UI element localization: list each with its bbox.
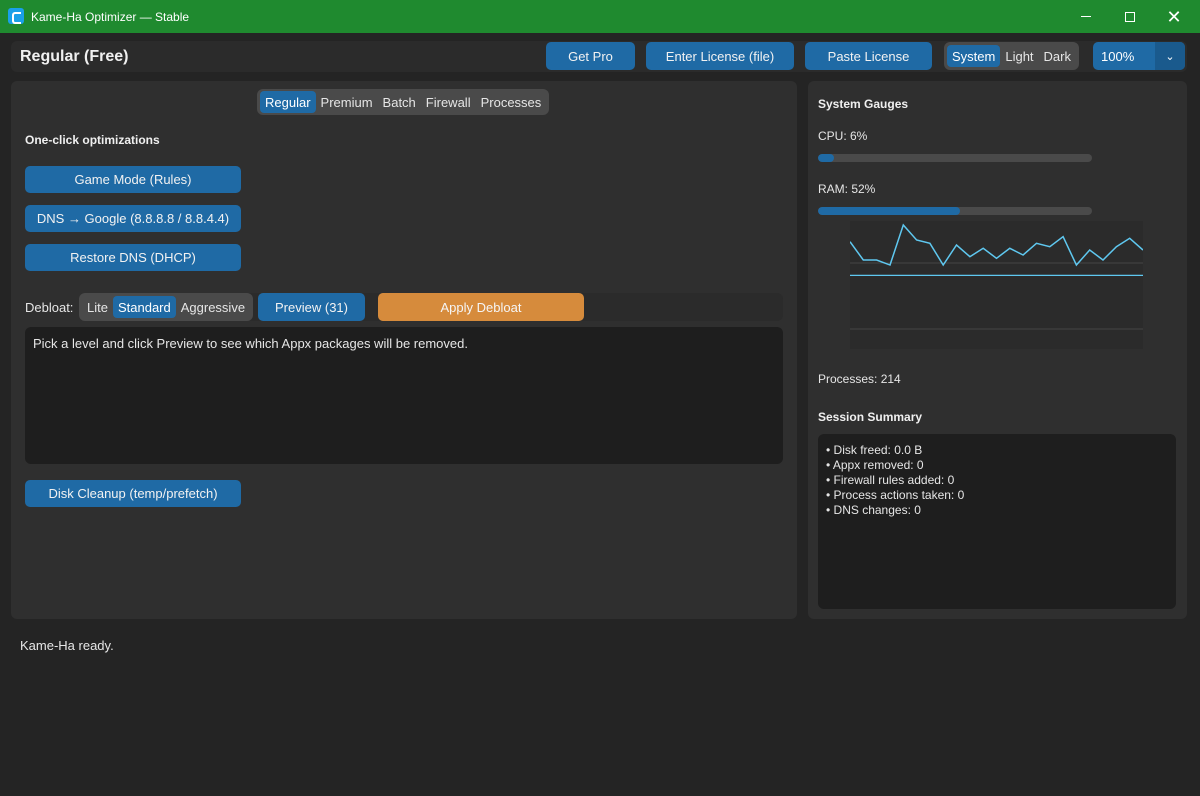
usage-graph [849, 221, 1144, 349]
zoom-value: 100% [1101, 48, 1135, 64]
title-bar[interactable]: Kame-Ha Optimizer — Stable ✕ [0, 0, 1200, 33]
app-window: Kame-Ha Optimizer — Stable ✕ Regular (Fr… [0, 0, 1200, 796]
debloat-row: Lite Standard Aggressive Preview (31) Ap… [79, 293, 783, 321]
preview-button[interactable]: Preview (31) [258, 293, 365, 321]
debloat-level-selector: Lite Standard Aggressive [79, 293, 254, 321]
summary-line-disk: • Disk freed: 0.0 B [826, 443, 923, 457]
gauges-panel: System Gauges CPU: 6% RAM: 52% Processes… [808, 81, 1187, 619]
top-bar: Regular (Free) Get Pro Enter License (fi… [11, 41, 1187, 72]
debloat-option-aggressive[interactable]: Aggressive [176, 296, 250, 318]
close-button[interactable]: ✕ [1151, 0, 1197, 33]
section-title: One-click optimizations [25, 133, 160, 147]
gauges-title: System Gauges [818, 97, 909, 111]
summary-line-firewall: • Firewall rules added: 0 [826, 473, 955, 487]
debloat-option-lite[interactable]: Lite [82, 296, 113, 318]
cpu-progress-bar [818, 154, 1092, 162]
tab-premium[interactable]: Premium [316, 91, 378, 113]
enter-license-button[interactable]: Enter License (file) [646, 42, 794, 70]
zoom-dropdown[interactable]: 100% ⌄ [1093, 42, 1185, 70]
tab-processes[interactable]: Processes [476, 91, 547, 113]
close-icon: ✕ [1166, 6, 1182, 27]
theme-option-system[interactable]: System [947, 45, 1001, 67]
app-logo-icon [8, 8, 24, 24]
ram-progress-bar [818, 207, 1092, 215]
main-panel: Regular Premium Batch Firewall Processes… [11, 81, 797, 619]
summary-line-process: • Process actions taken: 0 [826, 488, 965, 502]
dns-google-button[interactable]: DNS → Google (8.8.8.8 / 8.8.4.4) [25, 205, 241, 232]
tab-batch[interactable]: Batch [378, 91, 421, 113]
cpu-history-line [849, 223, 1144, 267]
tab-firewall[interactable]: Firewall [421, 91, 476, 113]
tab-bar: Regular Premium Batch Firewall Processes [257, 89, 550, 115]
session-summary-box: • Disk freed: 0.0 B • Appx removed: 0 • … [818, 434, 1176, 609]
disk-cleanup-button[interactable]: Disk Cleanup (temp/prefetch) [25, 480, 241, 507]
theme-option-dark[interactable]: Dark [1039, 45, 1076, 67]
debloat-label: Debloat: [25, 300, 74, 315]
chevron-down-icon[interactable]: ⌄ [1155, 42, 1185, 70]
debloat-output-textbox[interactable]: Pick a level and click Preview to see wh… [25, 327, 783, 464]
minimize-icon [1081, 16, 1091, 17]
minimize-button[interactable] [1063, 0, 1109, 33]
paste-license-button[interactable]: Paste License [805, 42, 932, 70]
window-title: Kame-Ha Optimizer — Stable [31, 10, 190, 24]
ram-progress-fill [818, 207, 961, 215]
summary-line-dns: • DNS changes: 0 [826, 503, 921, 517]
ram-label: RAM: 52% [818, 182, 876, 196]
cpu-progress-fill [818, 154, 835, 162]
debloat-option-standard[interactable]: Standard [112, 296, 176, 318]
maximize-icon [1125, 11, 1135, 22]
game-mode-button[interactable]: Game Mode (Rules) [25, 166, 241, 193]
processes-label: Processes: 214 [818, 372, 901, 386]
maximize-button[interactable] [1107, 0, 1153, 33]
summary-line-appx: • Appx removed: 0 [826, 458, 924, 472]
theme-selector: System Light Dark [944, 42, 1079, 70]
restore-dns-button[interactable]: Restore DNS (DHCP) [25, 244, 241, 271]
theme-option-light[interactable]: Light [1000, 45, 1038, 67]
tab-regular[interactable]: Regular [260, 91, 316, 113]
tier-title: Regular (Free) [20, 48, 129, 65]
apply-debloat-button[interactable]: Apply Debloat [378, 293, 584, 321]
usage-graph-svg [849, 223, 1144, 330]
cpu-label: CPU: 6% [818, 129, 868, 143]
get-pro-button[interactable]: Get Pro [546, 42, 635, 70]
session-summary-title: Session Summary [818, 410, 923, 424]
status-text: Kame-Ha ready. [20, 638, 114, 653]
